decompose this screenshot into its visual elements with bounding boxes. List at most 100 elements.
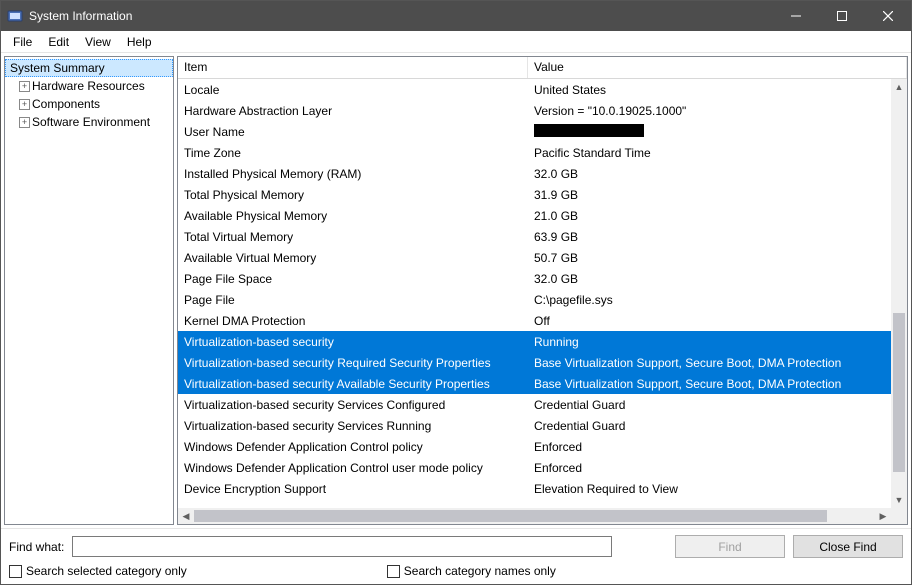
checkbox-icon xyxy=(387,565,400,578)
checkbox-names-label: Search category names only xyxy=(404,564,556,578)
list-row[interactable]: Virtualization-based securityRunning xyxy=(178,331,891,352)
list-row[interactable]: Hardware Abstraction LayerVersion = "10.… xyxy=(178,100,891,121)
list-row[interactable]: Time ZonePacific Standard Time xyxy=(178,142,891,163)
cell-value: 63.9 GB xyxy=(528,228,891,246)
vscroll-thumb[interactable] xyxy=(893,313,905,472)
cell-value: 31.9 GB xyxy=(528,186,891,204)
column-value[interactable]: Value xyxy=(528,57,907,78)
category-tree[interactable]: System Summary +Hardware Resources+Compo… xyxy=(4,56,174,525)
cell-item: Device Encryption Support xyxy=(178,480,528,498)
tree-root-label: System Summary xyxy=(10,61,105,75)
list-row[interactable]: Windows Defender Application Control use… xyxy=(178,457,891,478)
cell-item: Available Virtual Memory xyxy=(178,249,528,267)
list-row[interactable]: Kernel DMA ProtectionOff xyxy=(178,310,891,331)
vertical-scrollbar[interactable]: ▲ ▼ xyxy=(891,79,907,508)
tree-item[interactable]: +Software Environment xyxy=(5,113,173,131)
list-row[interactable]: Available Virtual Memory50.7 GB xyxy=(178,247,891,268)
expand-icon[interactable]: + xyxy=(19,81,30,92)
cell-item: Windows Defender Application Control use… xyxy=(178,459,528,477)
minimize-button[interactable] xyxy=(773,1,819,31)
list-row[interactable]: User Name xyxy=(178,121,891,142)
list-row[interactable]: Page File Space32.0 GB xyxy=(178,268,891,289)
redacted-value xyxy=(534,124,644,137)
find-label: Find what: xyxy=(9,540,64,554)
list-header: Item Value xyxy=(178,57,907,79)
scroll-right-icon[interactable]: ▶ xyxy=(875,508,891,524)
list-row[interactable]: Total Virtual Memory63.9 GB xyxy=(178,226,891,247)
checkbox-icon xyxy=(9,565,22,578)
expand-icon[interactable]: + xyxy=(19,99,30,110)
cell-item: Locale xyxy=(178,81,528,99)
tree-item-label: Hardware Resources xyxy=(32,79,145,93)
close-find-button[interactable]: Close Find xyxy=(793,535,903,558)
scroll-down-icon[interactable]: ▼ xyxy=(891,492,907,508)
cell-item: User Name xyxy=(178,123,528,141)
cell-value: C:\pagefile.sys xyxy=(528,291,891,309)
cell-value: Base Virtualization Support, Secure Boot… xyxy=(528,354,891,372)
titlebar: System Information xyxy=(1,1,911,31)
maximize-button[interactable] xyxy=(819,1,865,31)
cell-value: 32.0 GB xyxy=(528,270,891,288)
cell-item: Windows Defender Application Control pol… xyxy=(178,438,528,456)
menu-help[interactable]: Help xyxy=(119,33,160,51)
checkbox-selected-label: Search selected category only xyxy=(26,564,187,578)
expand-icon[interactable]: + xyxy=(19,117,30,128)
hscroll-thumb[interactable] xyxy=(194,510,827,522)
menubar: File Edit View Help xyxy=(1,31,911,53)
cell-item: Time Zone xyxy=(178,144,528,162)
list-row[interactable]: Installed Physical Memory (RAM)32.0 GB xyxy=(178,163,891,184)
list-row[interactable]: Virtualization-based security Services R… xyxy=(178,415,891,436)
cell-value: 50.7 GB xyxy=(528,249,891,267)
tree-item[interactable]: +Hardware Resources xyxy=(5,77,173,95)
cell-item: Hardware Abstraction Layer xyxy=(178,102,528,120)
tree-item[interactable]: +Components xyxy=(5,95,173,113)
scroll-up-icon[interactable]: ▲ xyxy=(891,79,907,95)
list-row[interactable]: Page FileC:\pagefile.sys xyxy=(178,289,891,310)
cell-item: Total Physical Memory xyxy=(178,186,528,204)
menu-view[interactable]: View xyxy=(77,33,119,51)
list-row[interactable]: Windows Defender Application Control pol… xyxy=(178,436,891,457)
list-row[interactable]: Available Physical Memory21.0 GB xyxy=(178,205,891,226)
cell-value: Running xyxy=(528,333,891,351)
app-icon xyxy=(7,8,23,24)
find-bar: Find what: Find Close Find Search select… xyxy=(1,528,911,584)
list-row[interactable]: Virtualization-based security Required S… xyxy=(178,352,891,373)
close-button[interactable] xyxy=(865,1,911,31)
window: System Information File Edit View Help S… xyxy=(0,0,912,585)
cell-value: Credential Guard xyxy=(528,417,891,435)
vscroll-track[interactable] xyxy=(891,95,907,492)
list-row[interactable]: Virtualization-based security Available … xyxy=(178,373,891,394)
cell-item: Available Physical Memory xyxy=(178,207,528,225)
cell-item: Installed Physical Memory (RAM) xyxy=(178,165,528,183)
cell-value xyxy=(528,122,891,142)
horizontal-scrollbar[interactable]: ◀ ▶ xyxy=(178,508,891,524)
menu-edit[interactable]: Edit xyxy=(40,33,77,51)
checkbox-selected-category[interactable]: Search selected category only xyxy=(9,564,187,578)
cell-item: Total Virtual Memory xyxy=(178,228,528,246)
cell-item: Virtualization-based security Available … xyxy=(178,375,528,393)
find-button[interactable]: Find xyxy=(675,535,785,558)
scroll-left-icon[interactable]: ◀ xyxy=(178,508,194,524)
cell-value: United States xyxy=(528,81,891,99)
cell-item: Page File xyxy=(178,291,528,309)
list-row[interactable]: Device Encryption SupportElevation Requi… xyxy=(178,478,891,499)
cell-value: Enforced xyxy=(528,438,891,456)
tree-item-label: Components xyxy=(32,97,100,111)
tree-root[interactable]: System Summary xyxy=(5,59,173,77)
find-input[interactable] xyxy=(72,536,612,557)
scroll-corner xyxy=(891,508,907,524)
list-row[interactable]: Total Physical Memory31.9 GB xyxy=(178,184,891,205)
menu-file[interactable]: File xyxy=(5,33,40,51)
column-item[interactable]: Item xyxy=(178,57,528,78)
cell-item: Kernel DMA Protection xyxy=(178,312,528,330)
cell-value: Elevation Required to View xyxy=(528,480,891,498)
list-row[interactable]: Virtualization-based security Services C… xyxy=(178,394,891,415)
checkbox-category-names[interactable]: Search category names only xyxy=(387,564,556,578)
window-title: System Information xyxy=(29,9,132,23)
list-row[interactable]: LocaleUnited States xyxy=(178,79,891,100)
cell-item: Virtualization-based security Services C… xyxy=(178,396,528,414)
hscroll-track[interactable] xyxy=(194,508,875,524)
cell-value: Enforced xyxy=(528,459,891,477)
tree-item-label: Software Environment xyxy=(32,115,150,129)
cell-value: Version = "10.0.19025.1000" xyxy=(528,102,891,120)
